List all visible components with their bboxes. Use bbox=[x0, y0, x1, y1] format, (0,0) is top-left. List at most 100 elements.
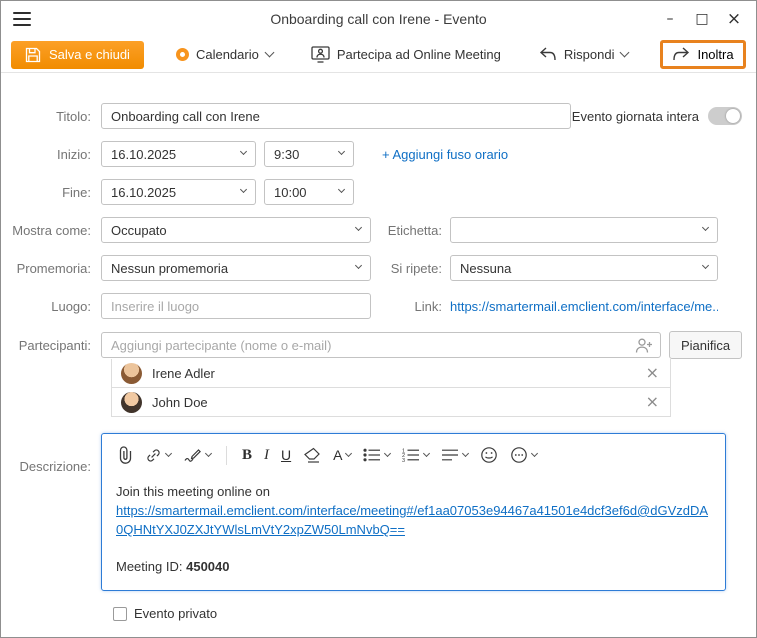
repeat-label: Si ripete: bbox=[371, 261, 450, 276]
title-bar: Onboarding call con Irene - Evento – □ × bbox=[1, 1, 756, 37]
start-time-select[interactable]: 9:30 bbox=[264, 141, 354, 167]
chevron-down-icon bbox=[384, 450, 391, 457]
add-timezone-link[interactable]: + Aggiungi fuso orario bbox=[382, 147, 508, 162]
chevron-down-icon bbox=[240, 186, 247, 193]
start-row: Inizio: 16.10.2025 9:30 + Aggiungi fuso … bbox=[1, 141, 756, 167]
align-icon bbox=[441, 448, 459, 462]
save-and-close-label: Salva e chiudi bbox=[49, 47, 130, 62]
show-as-select[interactable]: Occupato bbox=[101, 217, 371, 243]
save-and-close-button[interactable]: Salva e chiudi bbox=[11, 41, 144, 69]
maximize-button[interactable]: □ bbox=[686, 5, 718, 33]
description-row: Descrizione: bbox=[1, 433, 756, 591]
chevron-down-icon bbox=[702, 224, 709, 231]
font-color-icon: A bbox=[333, 447, 342, 463]
chevron-down-icon bbox=[338, 148, 345, 155]
numbered-list-icon: 1 2 3 bbox=[402, 448, 420, 462]
event-window: Onboarding call con Irene - Evento – □ ×… bbox=[0, 0, 757, 638]
font-color-button[interactable]: A bbox=[329, 444, 355, 466]
avatar bbox=[121, 392, 142, 413]
meeting-id-line: Meeting ID: 450040 bbox=[116, 558, 711, 577]
avatar bbox=[121, 363, 142, 384]
insert-link-button[interactable] bbox=[141, 444, 175, 467]
title-label: Titolo: bbox=[1, 109, 101, 124]
start-date-select[interactable]: 16.10.2025 bbox=[101, 141, 256, 167]
bullet-list-icon bbox=[363, 448, 381, 462]
alignment-button[interactable] bbox=[437, 445, 472, 465]
end-time-select[interactable]: 10:00 bbox=[264, 179, 354, 205]
meeting-id-value: 450040 bbox=[186, 559, 229, 574]
description-content[interactable]: Join this meeting online on https://smar… bbox=[102, 473, 725, 590]
show-as-label: Mostra come: bbox=[1, 223, 101, 238]
title-row: Titolo: Evento giornata intera bbox=[1, 103, 756, 129]
attach-file-button[interactable] bbox=[114, 443, 137, 467]
tag-label: Etichetta: bbox=[371, 223, 450, 238]
toolbar: Salva e chiudi Calendario Partecipa ad O… bbox=[1, 37, 756, 73]
showas-tag-row: Mostra come: Occupato Etichetta: bbox=[1, 217, 756, 243]
forward-button[interactable]: Inoltra bbox=[660, 40, 745, 69]
all-day-toggle[interactable] bbox=[708, 107, 742, 125]
window-controls: – □ × bbox=[654, 5, 750, 33]
numbered-list-button[interactable]: 1 2 3 bbox=[398, 445, 433, 465]
reminder-select[interactable]: Nessun promemoria bbox=[101, 255, 371, 281]
meeting-link[interactable]: https://smartermail.emclient.com/interfa… bbox=[116, 502, 711, 540]
smiley-icon bbox=[480, 446, 498, 464]
chevron-down-icon bbox=[240, 148, 247, 155]
calendar-dropdown[interactable]: Calendario bbox=[170, 46, 279, 63]
private-event-row: Evento privato bbox=[113, 606, 756, 621]
window-title: Onboarding call con Irene - Evento bbox=[1, 11, 756, 27]
end-date-select[interactable]: 16.10.2025 bbox=[101, 179, 256, 205]
tag-select[interactable] bbox=[450, 217, 718, 243]
underline-button[interactable]: U bbox=[277, 444, 295, 466]
bold-button[interactable]: B bbox=[238, 444, 256, 467]
schedule-button[interactable]: Pianifica bbox=[669, 331, 742, 359]
chevron-down-icon bbox=[462, 450, 469, 457]
meeting-link-short[interactable]: https://smartermail.emclient.com/interfa… bbox=[450, 299, 718, 314]
signature-button[interactable] bbox=[179, 444, 215, 466]
title-input[interactable] bbox=[101, 103, 571, 129]
underline-icon: U bbox=[281, 447, 291, 463]
description-label: Descrizione: bbox=[1, 433, 101, 474]
private-event-checkbox[interactable] bbox=[113, 607, 127, 621]
add-attendee-input[interactable] bbox=[101, 332, 661, 358]
attendee-row: Irene Adler × bbox=[111, 359, 671, 388]
add-person-icon[interactable] bbox=[635, 337, 653, 354]
end-label: Fine: bbox=[1, 185, 101, 200]
reply-dropdown[interactable]: Rispondi bbox=[533, 46, 635, 63]
paperclip-icon bbox=[118, 446, 133, 464]
online-meeting-label: Partecipa ad Online Meeting bbox=[337, 47, 501, 62]
reply-label: Rispondi bbox=[564, 47, 615, 62]
bold-icon: B bbox=[242, 447, 252, 464]
attendee-name: Irene Adler bbox=[152, 366, 215, 381]
show-as-value: Occupato bbox=[111, 223, 167, 238]
location-label: Luogo: bbox=[1, 299, 101, 314]
emoji-button[interactable] bbox=[476, 443, 502, 467]
attendees-row: Partecipanti: Pianifica bbox=[1, 331, 756, 359]
minimize-button[interactable]: – bbox=[654, 5, 686, 33]
bullet-list-button[interactable] bbox=[359, 445, 394, 465]
event-form: Titolo: Evento giornata intera Inizio: 1… bbox=[1, 73, 756, 621]
chevron-down-icon bbox=[423, 450, 430, 457]
all-day-label: Evento giornata intera bbox=[572, 109, 699, 124]
more-options-button[interactable] bbox=[506, 443, 541, 467]
link-label: Link: bbox=[371, 299, 450, 314]
clear-formatting-button[interactable] bbox=[299, 444, 325, 466]
start-time-value: 9:30 bbox=[274, 147, 299, 162]
italic-button[interactable]: I bbox=[260, 444, 273, 467]
start-date-value: 16.10.2025 bbox=[111, 147, 176, 162]
reminder-value: Nessun promemoria bbox=[111, 261, 228, 276]
repeat-select[interactable]: Nessuna bbox=[450, 255, 718, 281]
location-input[interactable] bbox=[101, 293, 371, 319]
join-online-meeting-button[interactable]: Partecipa ad Online Meeting bbox=[305, 45, 507, 64]
eraser-icon bbox=[303, 447, 321, 463]
remove-attendee-icon[interactable]: × bbox=[644, 394, 661, 410]
hamburger-menu-icon[interactable] bbox=[13, 12, 31, 26]
remove-attendee-icon[interactable]: × bbox=[644, 365, 661, 381]
calendar-color-icon bbox=[176, 48, 189, 61]
reply-icon bbox=[539, 47, 557, 62]
toggle-knob bbox=[726, 109, 740, 123]
attendee-list: Irene Adler × John Doe × bbox=[111, 359, 671, 417]
chevron-down-icon bbox=[338, 186, 345, 193]
close-button[interactable]: × bbox=[718, 5, 750, 33]
attendees-label: Partecipanti: bbox=[1, 338, 101, 353]
start-label: Inizio: bbox=[1, 147, 101, 162]
